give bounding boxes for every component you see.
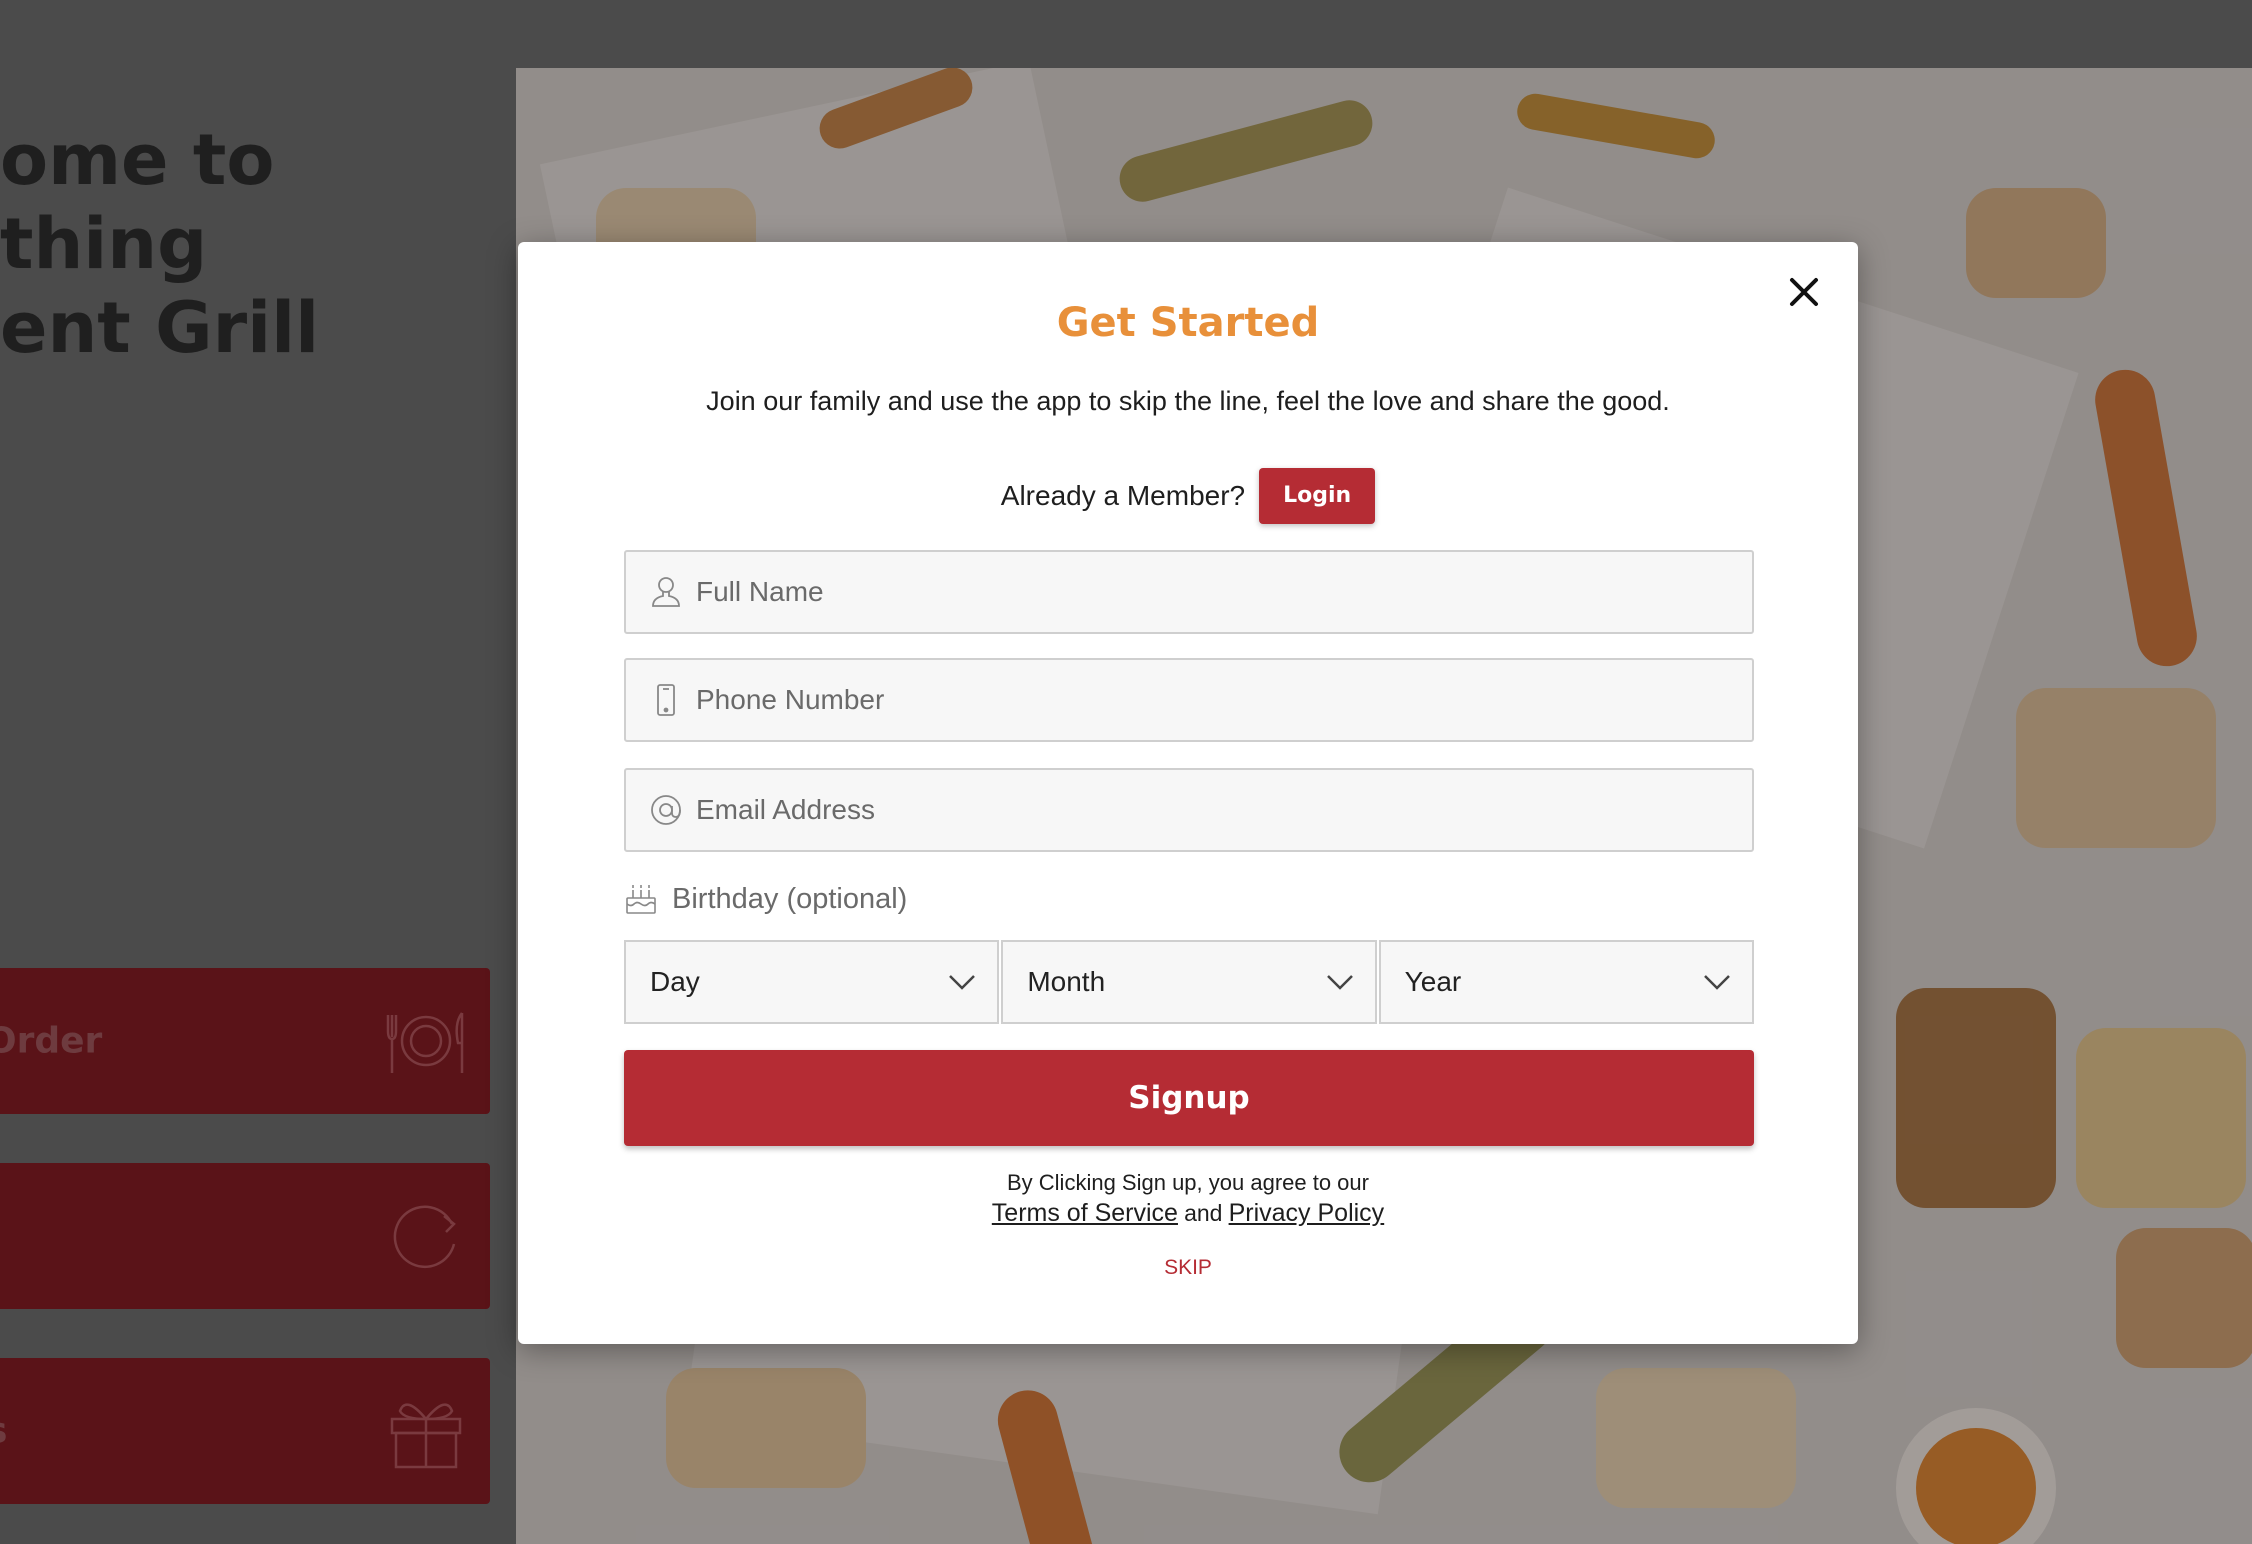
phone-number-input[interactable]: Phone Number (624, 658, 1754, 742)
login-button[interactable]: Login (1259, 468, 1376, 524)
birthday-selects: Day Month Year (624, 940, 1754, 1024)
top-bar (0, 0, 2252, 68)
phone-number-placeholder: Phone Number (696, 684, 885, 715)
user-icon (652, 577, 680, 607)
birthday-label-row: Birthday (optional) (624, 882, 907, 916)
at-icon (651, 795, 681, 825)
full-name-input[interactable]: Full Name (624, 550, 1754, 634)
phone-icon (657, 684, 675, 716)
full-name-placeholder: Full Name (696, 576, 824, 607)
month-select[interactable]: Month (1001, 940, 1377, 1024)
plate-cutlery-icon (386, 1012, 464, 1073)
year-select-value: Year (1404, 966, 1462, 997)
year-select[interactable]: Year (1378, 940, 1754, 1024)
rewards-action-label: s (0, 1411, 7, 1452)
reorder-action-button[interactable] (0, 1163, 490, 1309)
modal-title: Get Started (1056, 300, 1320, 346)
signup-button[interactable]: Signup (624, 1050, 1754, 1146)
cake-icon (626, 885, 656, 914)
email-address-placeholder: Email Address (696, 794, 875, 825)
hero-line-3: ent Grill (0, 287, 320, 369)
member-prompt: Already a Member? (1000, 480, 1246, 511)
terms-notice: By Clicking Sign up, you agree to our Te… (518, 1168, 1858, 1229)
rewards-action-button[interactable]: s (0, 1358, 490, 1504)
signup-modal: Get Started Join our family and use the … (518, 242, 1858, 1344)
day-select[interactable]: Day (624, 940, 1000, 1024)
terms-and: and (1184, 1200, 1223, 1226)
order-action-label: Order (0, 1020, 103, 1062)
terms-prefix: By Clicking Sign up, you agree to our (1007, 1170, 1369, 1195)
order-action-button[interactable]: Order (0, 968, 490, 1114)
birthday-label: Birthday (optional) (672, 882, 908, 915)
gift-icon (390, 1403, 462, 1469)
chevron-down-icon (1326, 975, 1353, 990)
terms-of-service-link[interactable]: Terms of Service (992, 1199, 1178, 1227)
privacy-policy-link[interactable]: Privacy Policy (1229, 1199, 1385, 1227)
member-row: Already a Member? Login (518, 468, 1858, 524)
email-address-input[interactable]: Email Address (624, 768, 1754, 852)
hero-line-1: ome to (0, 119, 275, 201)
hero-title: ome to thing ent Grill (0, 118, 516, 378)
chevron-down-icon (1704, 975, 1730, 990)
skip-link[interactable]: SKIP (518, 1256, 1858, 1280)
chevron-down-icon (949, 975, 976, 990)
month-select-value: Month (1027, 966, 1106, 997)
refresh-icon (393, 1205, 456, 1269)
modal-description: Join our family and use the app to skip … (706, 386, 1670, 416)
day-select-value: Day (650, 966, 700, 997)
hero-line-2: thing (0, 203, 208, 285)
